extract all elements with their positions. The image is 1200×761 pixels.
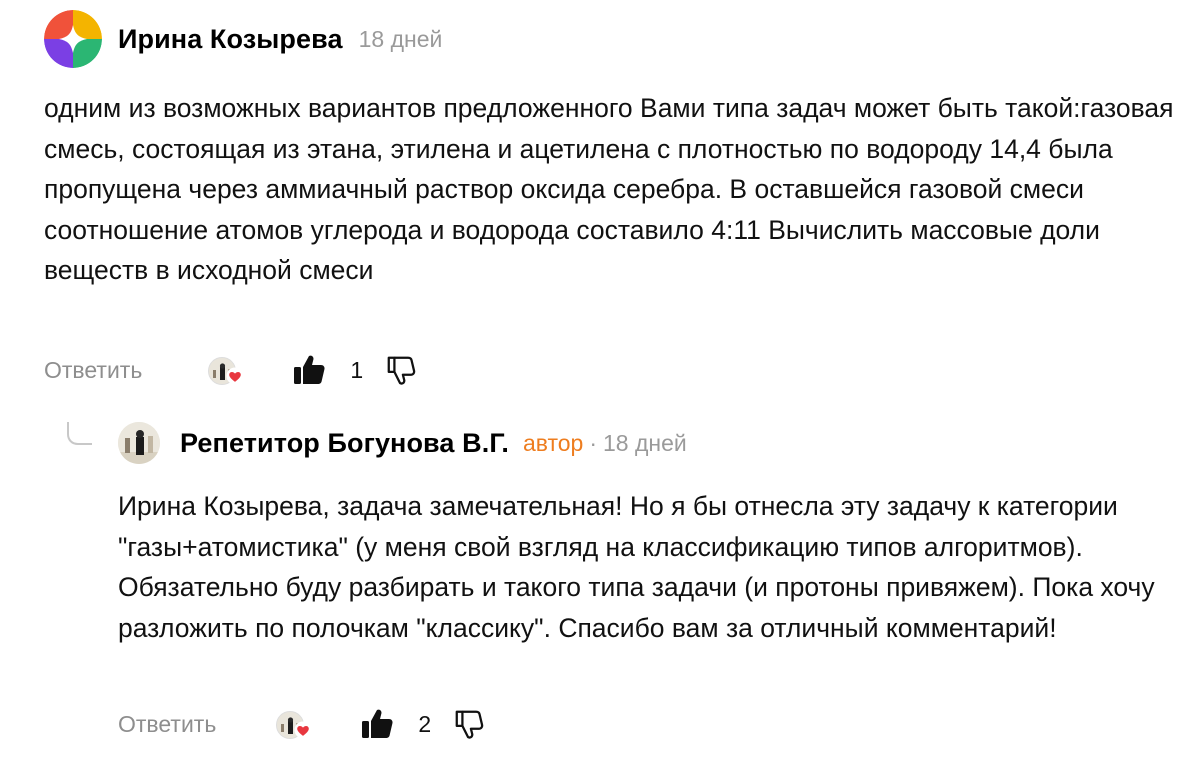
photo-avatar-icon: [118, 422, 160, 464]
comment-age: 18 дней: [358, 25, 443, 52]
comment-header: Репетитор Богунова В.Г. автор · 18 дней: [118, 418, 1178, 468]
reply-button[interactable]: Ответить: [44, 357, 142, 384]
comment-age: 18 дней: [603, 429, 687, 456]
thumbs-up-icon[interactable]: [292, 353, 326, 387]
reactor-avatars[interactable]: [208, 353, 248, 387]
reply-comment: Репетитор Богунова В.Г. автор · 18 дней …: [118, 418, 1178, 739]
like-count: 1: [350, 356, 364, 383]
comment-text: одним из возможных вариантов предложенно…: [44, 93, 1174, 285]
avatar[interactable]: [118, 422, 160, 464]
thumbs-down-icon[interactable]: [453, 707, 485, 741]
like-count: 2: [418, 710, 432, 737]
comment-text: Ирина Козырева, задача замечательная! Но…: [118, 491, 1155, 643]
thumbs-up-icon[interactable]: [360, 707, 394, 741]
comment-actions: Ответить 1: [44, 350, 417, 390]
reply-button[interactable]: Ответить: [118, 711, 216, 738]
thumbs-down-icon[interactable]: [385, 353, 417, 387]
heart-icon: [294, 721, 312, 739]
avatar[interactable]: [44, 10, 102, 68]
separator-dot: ·: [589, 429, 597, 456]
multicolor-logo-icon: [44, 10, 102, 68]
reply-thread-connector: [67, 422, 92, 445]
comment-header: Ирина Козырева 18 дней: [44, 8, 1174, 70]
comment: Ирина Козырева 18 дней одним из возможны…: [44, 8, 1174, 385]
comment-actions: Ответить 2: [118, 704, 485, 744]
heart-icon: [226, 367, 244, 385]
author-name[interactable]: Ирина Козырева: [118, 24, 343, 55]
reactor-avatars[interactable]: [276, 707, 316, 741]
author-badge: автор: [522, 429, 584, 456]
author-name[interactable]: Репетитор Богунова В.Г.: [180, 428, 509, 459]
